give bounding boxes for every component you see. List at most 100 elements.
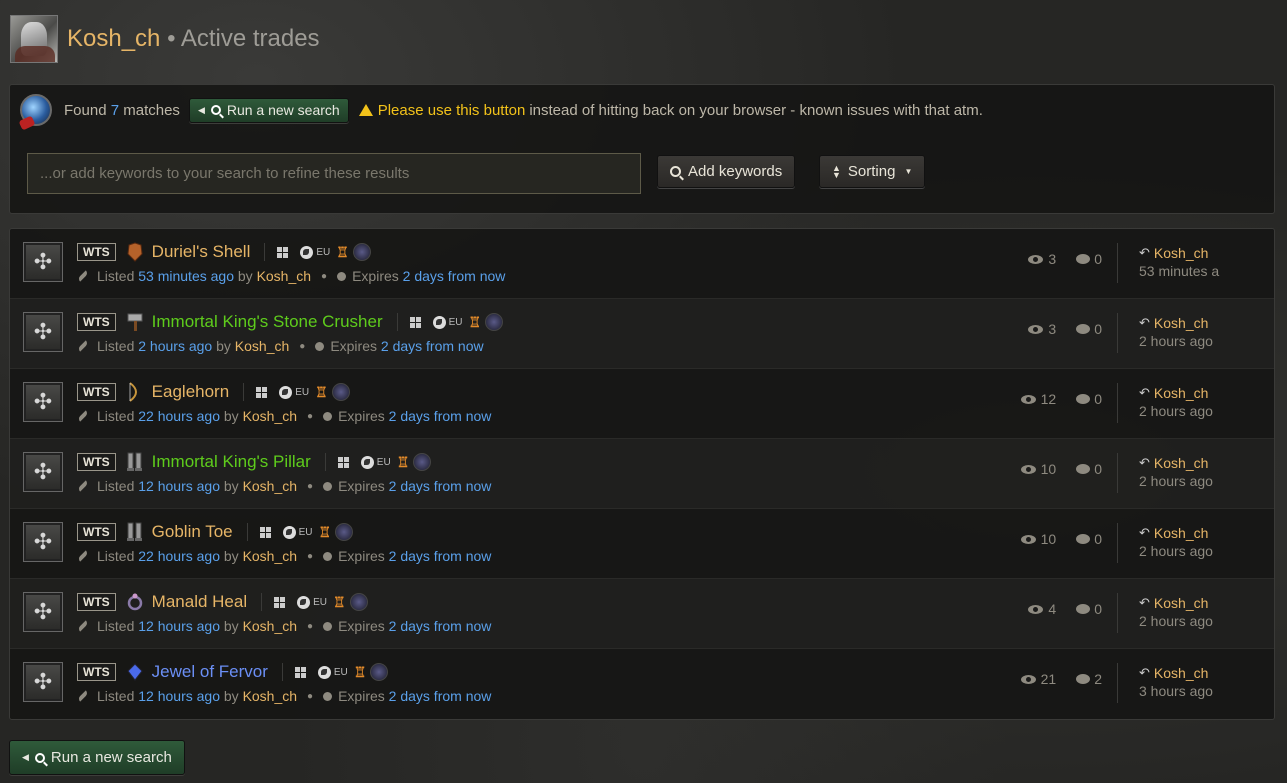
seller-time: 2 hours ago bbox=[1139, 403, 1213, 419]
listed-time[interactable]: 2 hours ago bbox=[138, 338, 212, 354]
feather-icon bbox=[77, 270, 89, 282]
eye-icon bbox=[1028, 324, 1044, 334]
listed-time[interactable]: 53 minutes ago bbox=[138, 268, 234, 284]
comment-icon bbox=[1076, 254, 1091, 264]
seller-link[interactable]: Kosh_ch bbox=[243, 548, 297, 564]
search-panel: Found 7 matches ◀ Run a new search Pleas… bbox=[9, 84, 1275, 214]
item-name[interactable]: Immortal King's Pillar bbox=[152, 452, 311, 472]
by-label: by bbox=[223, 408, 239, 424]
seller-link[interactable]: Kosh_ch bbox=[243, 478, 297, 494]
season-icon bbox=[485, 313, 504, 331]
feather-icon bbox=[77, 410, 89, 422]
by-label: by bbox=[223, 548, 239, 564]
item-move-icon[interactable]: ✣ bbox=[23, 522, 63, 562]
listed-time[interactable]: 22 hours ago bbox=[138, 408, 220, 424]
globe-icon bbox=[282, 525, 296, 539]
listed-label: Listed bbox=[97, 268, 135, 284]
windows-platform-icon bbox=[259, 526, 271, 538]
seller-reply-link[interactable]: ↶ Kosh_ch bbox=[1139, 245, 1225, 261]
seller-reply-link[interactable]: ↶ Kosh_ch bbox=[1139, 665, 1225, 681]
seller-reply-link[interactable]: ↶ Kosh_ch bbox=[1139, 385, 1225, 401]
reply-icon: ↶ bbox=[1139, 245, 1150, 260]
region-label: EU bbox=[448, 316, 463, 328]
item-move-icon[interactable]: ✣ bbox=[23, 592, 63, 632]
expires-time[interactable]: 2 days from now bbox=[389, 618, 492, 634]
view-count: 3 bbox=[1048, 321, 1057, 337]
wts-badge: WTS bbox=[77, 593, 116, 611]
trade-row[interactable]: ✣ WTS Manald Heal EU ♖ Listed 12 hours a… bbox=[10, 579, 1274, 649]
trade-row[interactable]: ✣ WTS Goblin Toe EU ♖ Listed 22 hours ag… bbox=[10, 509, 1274, 579]
item-move-icon[interactable]: ✣ bbox=[23, 242, 63, 282]
expires-time[interactable]: 2 days from now bbox=[389, 478, 492, 494]
item-move-icon[interactable]: ✣ bbox=[23, 452, 63, 492]
trade-row[interactable]: ✣ WTS Eaglehorn EU ♖ Listed 22 hours ago… bbox=[10, 369, 1274, 439]
trade-row[interactable]: ✣ WTS Duriel's Shell EU ♖ Listed 53 minu… bbox=[10, 229, 1274, 299]
seller-link[interactable]: Kosh_ch bbox=[243, 688, 297, 704]
divider bbox=[396, 313, 398, 331]
divider bbox=[324, 453, 326, 471]
item-name[interactable]: Eaglehorn bbox=[152, 382, 230, 402]
expires-time[interactable]: 2 days from now bbox=[389, 408, 492, 424]
listed-time[interactable]: 12 hours ago bbox=[138, 688, 220, 704]
run-new-search-bottom-button[interactable]: ◀ Run a new search bbox=[9, 740, 185, 775]
seller-time: 3 hours ago bbox=[1139, 683, 1213, 699]
item-move-icon[interactable]: ✣ bbox=[23, 382, 63, 422]
sorting-dropdown[interactable]: ▲ ▼ Sorting ▼ bbox=[819, 155, 926, 188]
divider bbox=[1117, 663, 1118, 703]
item-name[interactable]: Jewel of Fervor bbox=[152, 662, 268, 682]
seller-link[interactable]: Kosh_ch bbox=[243, 618, 297, 634]
stopwatch-icon bbox=[337, 271, 347, 281]
seller-reply-link[interactable]: ↶ Kosh_ch bbox=[1139, 455, 1225, 471]
seller-reply-link[interactable]: ↶ Kosh_ch bbox=[1139, 315, 1225, 331]
item-name[interactable]: Goblin Toe bbox=[152, 522, 233, 542]
bullet-separator: ● bbox=[321, 270, 328, 282]
stopwatch-icon bbox=[323, 621, 333, 631]
listed-time[interactable]: 12 hours ago bbox=[138, 478, 220, 494]
expires-label: Expires bbox=[338, 548, 385, 564]
trade-row[interactable]: ✣ WTS Immortal King's Stone Crusher EU ♖… bbox=[10, 299, 1274, 369]
listed-time[interactable]: 22 hours ago bbox=[138, 548, 220, 564]
header-username[interactable]: Kosh_ch bbox=[67, 25, 160, 52]
item-name[interactable]: Duriel's Shell bbox=[152, 242, 251, 262]
listed-label: Listed bbox=[97, 478, 135, 494]
expires-time[interactable]: 2 days from now bbox=[403, 268, 506, 284]
seller-link[interactable]: Kosh_ch bbox=[235, 338, 289, 354]
reply-icon: ↶ bbox=[1139, 665, 1150, 680]
item-name[interactable]: Manald Heal bbox=[152, 592, 247, 612]
item-move-icon[interactable]: ✣ bbox=[23, 312, 63, 352]
region-label: EU bbox=[298, 526, 313, 538]
listed-time[interactable]: 12 hours ago bbox=[138, 618, 220, 634]
divider bbox=[1117, 383, 1118, 423]
title-subtitle: Active trades bbox=[180, 25, 320, 52]
sort-icon: ▲ ▼ bbox=[832, 162, 841, 180]
listed-label: Listed bbox=[97, 688, 135, 704]
trade-row[interactable]: ✣ WTS Jewel of Fervor EU ♖ Listed 12 hou… bbox=[10, 649, 1274, 719]
seller-link[interactable]: Kosh_ch bbox=[243, 408, 297, 424]
bullet-separator: ● bbox=[307, 550, 314, 562]
item-move-icon[interactable]: ✣ bbox=[23, 662, 63, 702]
eye-icon bbox=[1020, 394, 1036, 404]
seller-link[interactable]: Kosh_ch bbox=[257, 268, 311, 284]
seller-reply-link[interactable]: ↶ Kosh_ch bbox=[1139, 525, 1225, 541]
comment-icon bbox=[1076, 674, 1091, 684]
add-keywords-button[interactable]: Add keywords bbox=[657, 155, 796, 188]
comment-count: 0 bbox=[1094, 601, 1102, 617]
seller-reply-link[interactable]: ↶ Kosh_ch bbox=[1139, 595, 1225, 611]
expires-time[interactable]: 2 days from now bbox=[381, 338, 484, 354]
globe-icon bbox=[317, 665, 331, 679]
keywords-input[interactable] bbox=[27, 153, 641, 194]
wts-badge: WTS bbox=[77, 523, 116, 541]
expires-time[interactable]: 2 days from now bbox=[389, 688, 492, 704]
found-suffix: matches bbox=[123, 101, 180, 119]
search-orb-icon bbox=[20, 94, 52, 126]
run-new-search-button[interactable]: ◀ Run a new search bbox=[188, 97, 349, 123]
expires-time[interactable]: 2 days from now bbox=[389, 548, 492, 564]
avatar[interactable] bbox=[10, 15, 58, 63]
eye-icon bbox=[1020, 464, 1036, 474]
trade-title-line: WTS Immortal King's Stone Crusher EU ♖ bbox=[77, 311, 504, 333]
comment-count: 0 bbox=[1094, 391, 1102, 407]
trade-row[interactable]: ✣ WTS Immortal King's Pillar EU ♖ Listed… bbox=[10, 439, 1274, 509]
season-icon bbox=[413, 453, 432, 471]
expires-label: Expires bbox=[338, 618, 385, 634]
item-name[interactable]: Immortal King's Stone Crusher bbox=[152, 312, 383, 332]
